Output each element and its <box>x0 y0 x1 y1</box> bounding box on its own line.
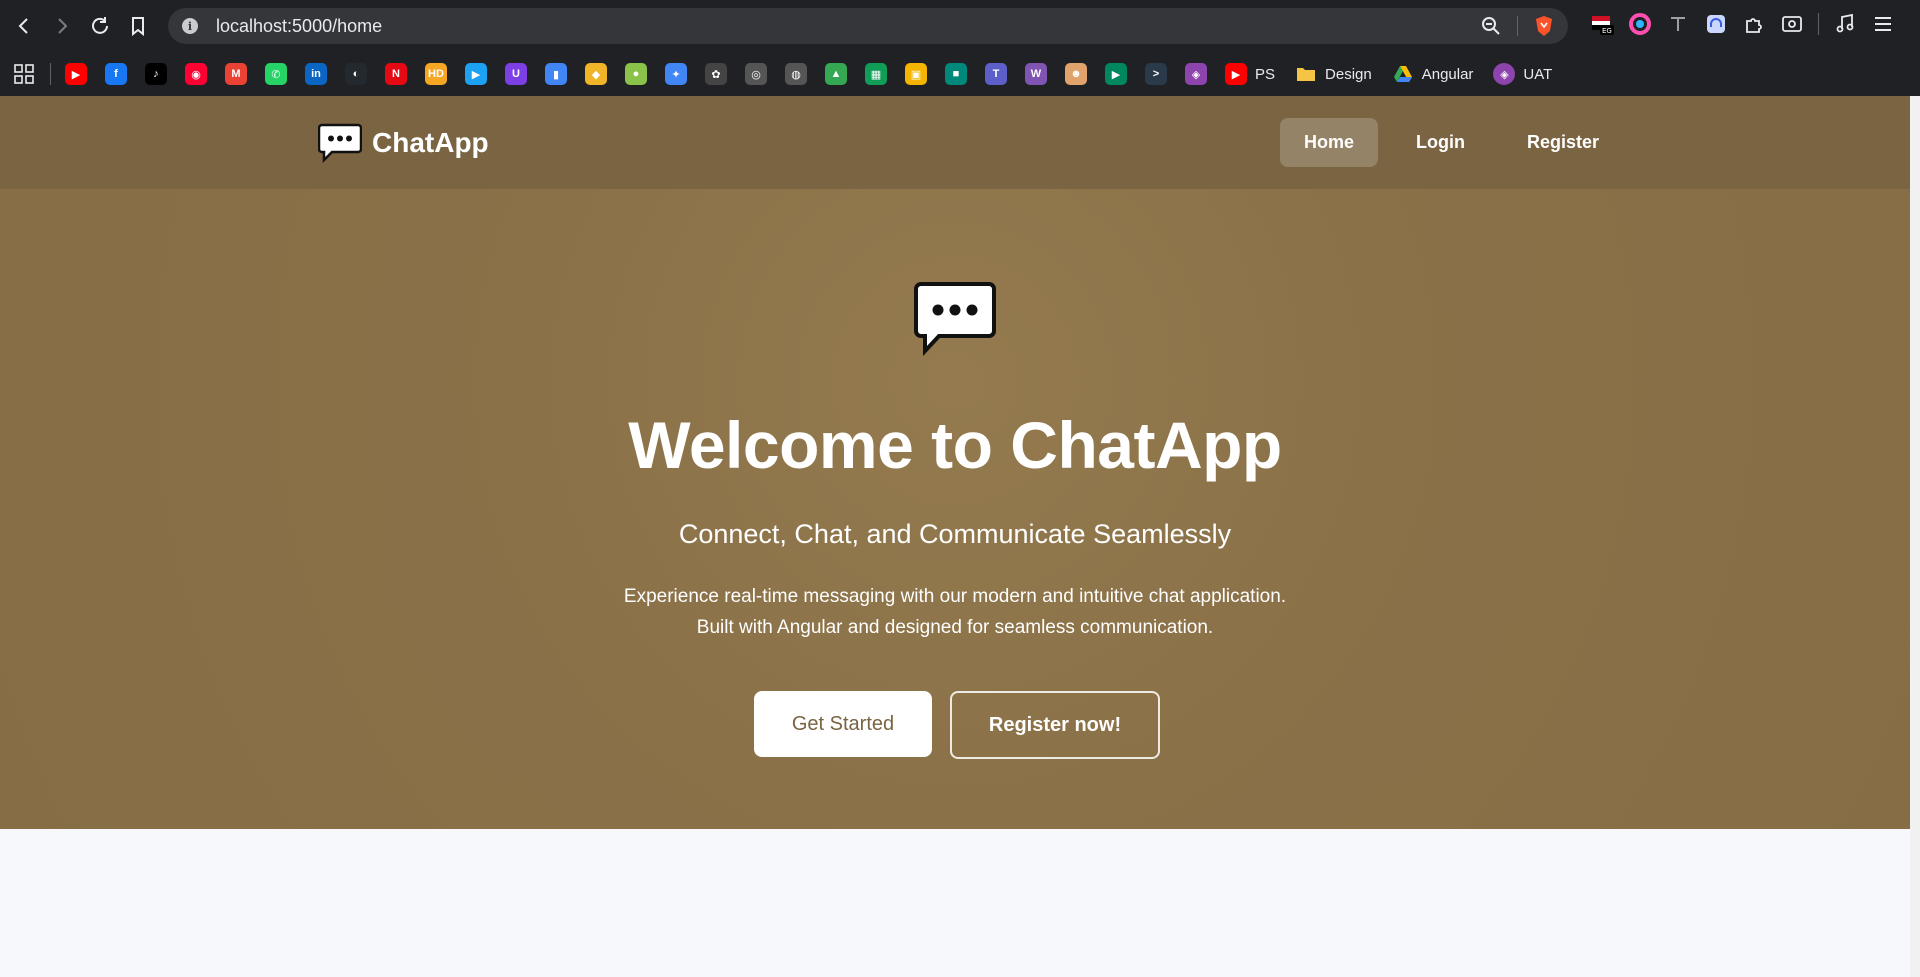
media-icon[interactable] <box>1833 12 1857 36</box>
folder-icon <box>1295 63 1317 85</box>
bookmark-ps[interactable]: ▶ PS <box>1225 63 1275 85</box>
avatar-app-icon[interactable]: ☻ <box>1065 63 1087 85</box>
svg-text:EG: EG <box>1602 27 1612 35</box>
headphones-icon[interactable] <box>1704 12 1728 36</box>
brave-shield-icon[interactable] <box>1532 14 1556 38</box>
youtube-icon[interactable]: ▶ <box>65 63 87 85</box>
google-classroom-icon[interactable]: ▣ <box>905 63 927 85</box>
whatsapp-icon[interactable]: ✆ <box>265 63 287 85</box>
openai-icon[interactable]: ✿ <box>705 63 727 85</box>
app-navbar: ChatApp Home Login Register <box>0 96 1910 189</box>
google-sheets-icon[interactable]: ▦ <box>865 63 887 85</box>
youtube-music-icon[interactable]: ◉ <box>185 63 207 85</box>
content-section <box>0 829 1910 977</box>
bookmark-icon[interactable] <box>124 12 152 40</box>
brain-icon[interactable]: ◍ <box>785 63 807 85</box>
teams-icon[interactable]: T <box>985 63 1007 85</box>
globe-icon[interactable]: ● <box>625 63 647 85</box>
gmail-icon[interactable]: M <box>225 63 247 85</box>
bookmark-label: UAT <box>1523 65 1553 83</box>
color-picker-icon[interactable] <box>1628 12 1652 36</box>
nav-register[interactable]: Register <box>1503 118 1623 167</box>
register-now-button[interactable]: Register now! <box>950 691 1160 759</box>
brand[interactable]: ChatApp <box>318 123 489 163</box>
tiktok-icon[interactable]: ♪ <box>145 63 167 85</box>
extensions-puzzle-icon[interactable] <box>1742 12 1766 36</box>
forward-icon[interactable] <box>48 12 76 40</box>
bookmark-label: Design <box>1325 65 1372 83</box>
youtube-icon: ▶ <box>1225 63 1247 85</box>
bookmarks-bar: ▶ f ♪ ◉ M ✆ in ◐ N HD ▶ U ▮ ◆ ● ✦ ✿ ◎ ◍ ▲ ▦ ▣ ■ T W ☻ ▶ > ◈ ▶ PS Des… <box>0 52 1920 97</box>
divider <box>1517 16 1518 36</box>
address-url[interactable]: localhost:5000/home <box>216 16 382 37</box>
hero-actions: Get Started Register now! <box>754 691 1160 759</box>
page-scrollbar[interactable] <box>1910 96 1920 977</box>
bookmark-label: PS <box>1255 65 1276 83</box>
zoom-icon[interactable] <box>1479 14 1503 38</box>
flutter-icon[interactable]: ◆ <box>585 63 607 85</box>
reload-icon[interactable] <box>86 12 114 40</box>
chat-bubble-icon <box>914 282 996 357</box>
copilot-icon[interactable]: ◎ <box>745 63 767 85</box>
bookmark-icons: ▶ f ♪ ◉ M ✆ in ◐ N HD ▶ U ▮ ◆ ● ✦ ✿ ◎ ◍ ▲ ▦ ▣ ■ T W ☻ ▶ > ◈ <box>65 63 1225 85</box>
linkedin-icon[interactable]: in <box>305 63 327 85</box>
uat-icon: ◈ <box>1493 63 1516 85</box>
address-bar[interactable]: i localhost:5000/home <box>168 8 1568 44</box>
nav-home[interactable]: Home <box>1280 118 1379 167</box>
terminal-icon[interactable]: > <box>1145 63 1167 85</box>
gemini-icon[interactable]: ✦ <box>665 63 687 85</box>
netflix-icon[interactable]: N <box>385 63 407 85</box>
bookmark-uat[interactable]: ◈ UAT <box>1493 63 1552 85</box>
github-icon[interactable]: ◐ <box>345 63 367 85</box>
hero-subtitle: Connect, Chat, and Communicate Seamlessl… <box>678 519 1232 549</box>
brand-name: ChatApp <box>372 127 489 158</box>
chat-bubble-icon <box>318 123 362 163</box>
bookmark-label: Angular <box>1421 65 1474 83</box>
facebook-icon[interactable]: f <box>105 63 127 85</box>
bookmark-design[interactable]: Design <box>1295 63 1372 85</box>
back-icon[interactable] <box>10 12 38 40</box>
play-icon[interactable]: ▶ <box>465 63 487 85</box>
hd-icon[interactable]: HD <box>425 63 447 85</box>
hero-description: Experience real-time messaging with our … <box>623 586 1287 638</box>
hero-title: Welcome to ChatApp <box>628 408 1282 482</box>
nav-login[interactable]: Login <box>1392 118 1489 167</box>
flag-extension-icon[interactable]: EG <box>1590 12 1614 36</box>
menu-icon[interactable] <box>1871 12 1895 36</box>
apps-grid-icon[interactable] <box>12 62 36 86</box>
screenshot-icon[interactable] <box>1780 12 1804 36</box>
bookmarks-divider <box>50 63 51 85</box>
divider <box>1818 13 1819 35</box>
google-meet-icon[interactable]: ■ <box>945 63 967 85</box>
hero-section: Welcome to ChatApp Connect, Chat, and Co… <box>0 189 1910 829</box>
bookmark-angular[interactable]: Angular <box>1392 63 1474 85</box>
get-started-button[interactable]: Get Started <box>754 691 932 757</box>
google-drive-icon <box>1392 63 1414 85</box>
purple-app-icon[interactable]: ◈ <box>1185 63 1207 85</box>
nav-links: Home Login Register <box>1280 118 1637 167</box>
browser-toolbar: i localhost:5000/home EG <box>0 0 1920 52</box>
page-viewport: ChatApp Home Login Register Welcome to C… <box>0 96 1910 977</box>
extension-icons: EG <box>1590 12 1895 36</box>
play-store-icon[interactable]: ▶ <box>1105 63 1127 85</box>
woo-icon[interactable]: W <box>1025 63 1047 85</box>
charts-icon[interactable]: ▮ <box>545 63 567 85</box>
u-app-icon[interactable]: U <box>505 63 527 85</box>
google-drive-icon[interactable]: ▲ <box>825 63 847 85</box>
site-info-icon[interactable]: i <box>182 18 198 34</box>
font-icon[interactable] <box>1666 12 1690 36</box>
